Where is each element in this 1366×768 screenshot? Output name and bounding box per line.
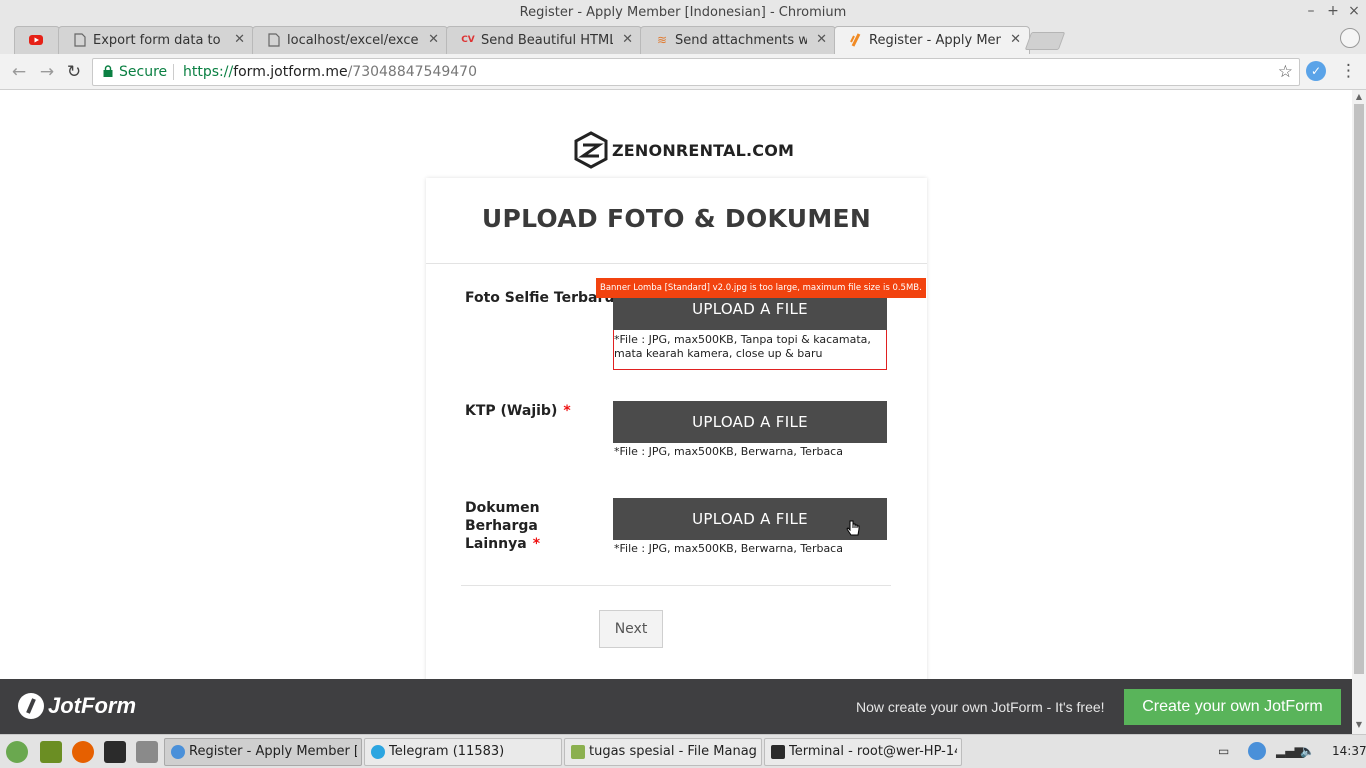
form-divider [461, 585, 891, 586]
maximize-button[interactable]: + [1324, 3, 1342, 19]
bookmark-star-icon[interactable]: ☆ [1278, 62, 1293, 82]
page-viewport: ZENONRENTAL.COM UPLOAD FOTO & DOKUMEN Fo… [0, 90, 1352, 679]
hexagon-logo-icon [574, 131, 608, 169]
required-asterisk: * [532, 536, 541, 552]
window-title-bar: Register - Apply Member [Indonesian] - C… [0, 0, 1366, 26]
file-hint: *File : JPG, max500KB, Berwarna, Terbaca [614, 445, 843, 458]
file-hint: *File : JPG, max500KB, Tanpa topi & kaca… [614, 333, 871, 360]
jotform-brand: JotForm [48, 693, 136, 718]
field-label-foto-selfie: Foto Selfie Terbaru [465, 290, 615, 306]
chromium-icon [171, 745, 185, 759]
menu-icon[interactable]: ⋮ [1340, 61, 1357, 81]
tab-strip: Export form data to Exc ✕ localhost/exce… [0, 24, 1366, 54]
taskbar-item-chromium[interactable]: Register - Apply Member [In... [164, 738, 362, 766]
tab-localhost-excel[interactable]: localhost/excel/excel.ph ✕ [252, 26, 448, 54]
create-jotform-button[interactable]: Create your own JotForm [1124, 689, 1341, 725]
next-button[interactable]: Next [599, 610, 663, 648]
field-label-ktp: KTP (Wajib) * [465, 403, 571, 419]
show-desktop-icon[interactable] [40, 741, 62, 763]
window-title: Register - Apply Member [Indonesian] - C… [519, 5, 847, 20]
page-scrollbar[interactable]: ▲ ▼ [1352, 90, 1366, 734]
folder-icon [571, 745, 585, 759]
page-title: UPLOAD FOTO & DOKUMEN [481, 204, 872, 233]
tab-send-html[interactable]: CV Send Beautiful HTML E ✕ [446, 26, 642, 54]
divider [173, 64, 174, 80]
close-window-button[interactable]: × [1345, 3, 1363, 19]
tab-youtube[interactable] [14, 26, 60, 54]
upload-button-ktp[interactable]: UPLOAD A FILE [613, 401, 887, 443]
close-icon[interactable]: ✕ [428, 32, 439, 47]
error-tooltip: Banner Lomba [Standard] v2.0.jpg is too … [596, 278, 926, 298]
browser-toolbar: ← → ↻ Secure https://form.jotform.me/730… [0, 54, 1366, 90]
taskbar-item-file-manager[interactable]: tugas spesial - File Manager [564, 738, 762, 766]
minimize-button[interactable]: – [1302, 3, 1320, 19]
attachment-icon: ≋ [656, 33, 668, 47]
close-icon[interactable]: ✕ [234, 32, 245, 47]
jotform-logo[interactable]: JotForm [18, 693, 136, 719]
terminal-icon [771, 745, 785, 759]
close-icon[interactable]: ✕ [622, 32, 633, 47]
lock-icon [103, 65, 113, 77]
profile-icon[interactable] [1340, 28, 1360, 48]
clock: 14:37 [1332, 744, 1366, 758]
start-menu-icon[interactable] [6, 741, 28, 763]
taskbar-item-telegram[interactable]: Telegram (11583) [364, 738, 562, 766]
close-icon[interactable]: ✕ [1010, 32, 1021, 47]
forward-icon[interactable]: → [36, 61, 58, 83]
hand-cursor-icon [846, 520, 860, 536]
terminal-launcher-icon[interactable] [104, 741, 126, 763]
telegram-icon [371, 745, 385, 759]
reload-icon[interactable]: ↻ [63, 61, 85, 83]
notification-icon[interactable] [1248, 742, 1266, 760]
form-card: UPLOAD FOTO & DOKUMEN Foto Selfie Terbar… [426, 178, 927, 679]
page-icon [267, 33, 281, 47]
scroll-up-icon[interactable]: ▲ [1352, 92, 1366, 104]
os-taskbar: Register - Apply Member [In... Telegram … [0, 734, 1366, 768]
volume-icon[interactable]: 🔈 [1300, 744, 1315, 758]
tab-label: Register - Apply Membe [869, 33, 1001, 48]
tab-label: Send Beautiful HTML E [481, 33, 613, 48]
close-icon[interactable]: ✕ [816, 32, 827, 47]
url-text: https://form.jotform.me/73048847549470 [183, 64, 477, 80]
jotform-mark-icon [18, 693, 44, 719]
tab-send-attachments[interactable]: ≋ Send attachments with ✕ [640, 26, 836, 54]
battery-icon[interactable]: ▭ [1218, 744, 1229, 758]
promo-text: Now create your own JotForm - It's free! [856, 699, 1105, 715]
jotform-icon [849, 33, 863, 47]
tab-label: Export form data to Exc [93, 33, 225, 48]
field-label-dokumen-berharga: Dokumen Berharga Lainnya * [465, 500, 541, 552]
scroll-thumb[interactable] [1354, 104, 1364, 674]
new-tab-button[interactable] [1024, 32, 1066, 50]
page-icon [73, 33, 87, 47]
tab-label: Send attachments with [675, 33, 807, 48]
jotform-promo-bar: JotForm Now create your own JotForm - It… [0, 679, 1352, 734]
form-header: UPLOAD FOTO & DOKUMEN [426, 178, 927, 264]
cv-icon: CV [461, 35, 475, 45]
tab-register-apply-member[interactable]: Register - Apply Membe ✕ [834, 26, 1030, 54]
brand-logo: ZENONRENTAL.COM [574, 130, 794, 170]
file-hint: *File : JPG, max500KB, Berwarna, Terbaca [614, 542, 843, 555]
secure-label: Secure [119, 64, 168, 80]
back-icon[interactable]: ← [8, 61, 30, 83]
taskbar-item-terminal[interactable]: Terminal - root@wer-HP-14-... [764, 738, 962, 766]
tab-label: localhost/excel/excel.ph [287, 33, 419, 48]
tab-export-form[interactable]: Export form data to Exc ✕ [58, 26, 254, 54]
required-asterisk: * [563, 403, 571, 419]
firefox-icon[interactable] [72, 741, 94, 763]
file-manager-launcher-icon[interactable] [136, 741, 158, 763]
brand-name: ZENONRENTAL.COM [612, 140, 795, 160]
address-bar[interactable]: Secure https://form.jotform.me/730488475… [92, 58, 1300, 86]
scroll-down-icon[interactable]: ▼ [1352, 720, 1366, 732]
youtube-icon [29, 33, 43, 47]
extension-icon[interactable]: ✓ [1306, 61, 1326, 81]
